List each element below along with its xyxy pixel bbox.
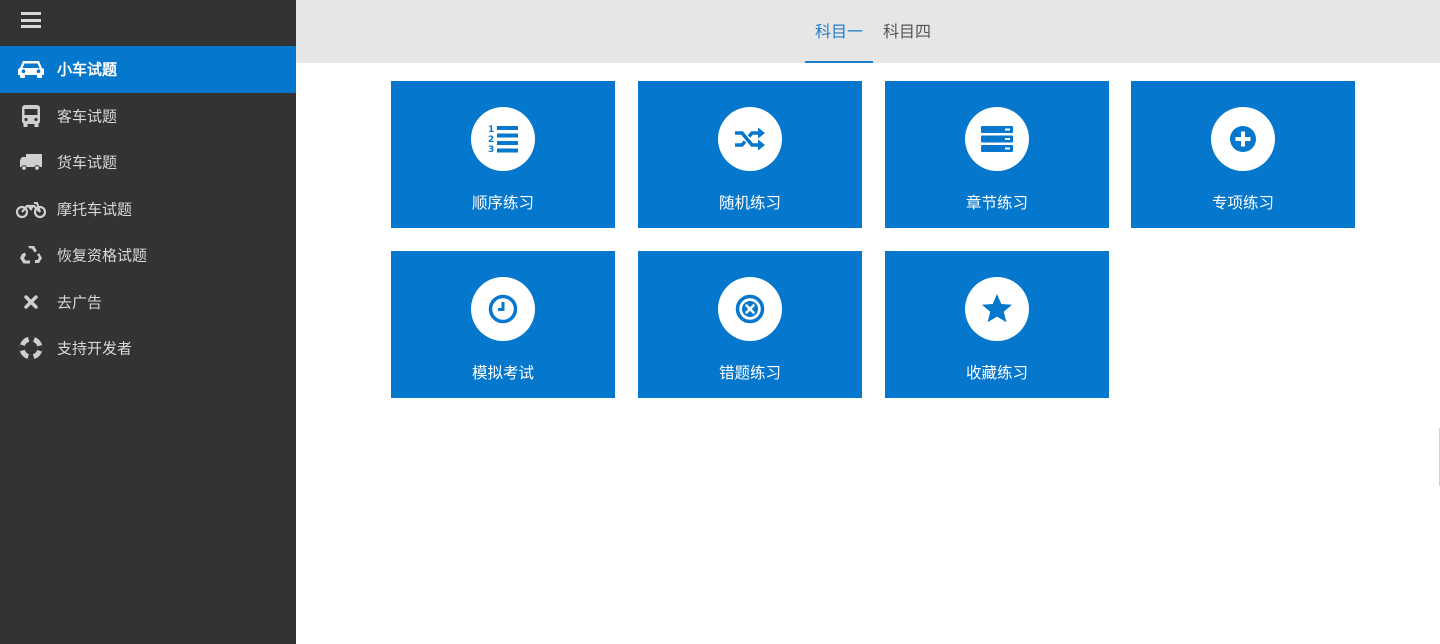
tile-label: 模拟考试 <box>471 364 534 382</box>
sidebar-item-label: 摩托车试题 <box>57 200 133 219</box>
sidebar-item-support-developer[interactable]: 支持开发者 <box>0 325 296 372</box>
sidebar-item-label: 客车试题 <box>57 107 118 126</box>
tile-favorites-practice[interactable]: 收藏练习 <box>885 251 1109 398</box>
tile-special-practice[interactable]: 专项练习 <box>1131 81 1355 228</box>
tile-chapter-practice[interactable]: 章节练习 <box>885 81 1109 228</box>
tile-mock-exam[interactable]: 模拟考试 <box>391 251 615 398</box>
recycle-icon <box>15 243 47 267</box>
tab-subject-one[interactable]: 科目一 <box>805 0 873 63</box>
star-icon <box>965 277 1029 341</box>
ordered-list-icon: 1 2 3 <box>471 107 535 171</box>
sidebar-nav: 小车试题 客车试题 货车试题 摩托车试题 恢复资格试题 去广告 支持开发者 <box>0 46 296 372</box>
svg-text:2: 2 <box>488 135 494 145</box>
plus-circle-icon <box>1211 107 1275 171</box>
tile-label: 收藏练习 <box>965 364 1028 382</box>
tile-wrong-answers-practice[interactable]: 错题练习 <box>638 251 862 398</box>
tile-label: 章节练习 <box>965 194 1028 212</box>
sidebar-item-label: 恢复资格试题 <box>57 246 148 265</box>
tab-subject-four[interactable]: 科目四 <box>883 0 931 63</box>
motorcycle-icon <box>15 197 47 221</box>
sidebar-item-bus[interactable]: 客车试题 <box>0 93 296 140</box>
sidebar: 小车试题 客车试题 货车试题 摩托车试题 恢复资格试题 去广告 支持开发者 <box>0 0 296 644</box>
server-stack-icon <box>965 107 1029 171</box>
sidebar-item-recovery[interactable]: 恢复资格试题 <box>0 232 296 279</box>
car-icon <box>15 57 47 81</box>
sidebar-item-label: 小车试题 <box>57 60 118 79</box>
shuffle-icon <box>718 107 782 171</box>
truck-icon <box>15 150 47 174</box>
tile-label: 专项练习 <box>1211 194 1274 212</box>
tile-label: 顺序练习 <box>471 194 534 212</box>
close-icon <box>15 290 47 314</box>
sidebar-item-remove-ads[interactable]: 去广告 <box>0 279 296 326</box>
tile-sequential-practice[interactable]: 1 2 3 顺序练习 <box>391 81 615 228</box>
tile-label: 随机练习 <box>718 194 781 212</box>
subject-tab-bar: 科目一 科目四 <box>296 0 1440 63</box>
svg-text:1: 1 <box>488 125 494 135</box>
sidebar-item-label: 去广告 <box>57 293 103 312</box>
sidebar-item-truck[interactable]: 货车试题 <box>0 139 296 186</box>
sidebar-item-label: 货车试题 <box>57 153 118 172</box>
sidebar-item-label: 支持开发者 <box>57 339 133 358</box>
close-circle-icon <box>718 277 782 341</box>
tile-random-practice[interactable]: 随机练习 <box>638 81 862 228</box>
bus-icon <box>15 104 47 128</box>
sidebar-item-motorcycle[interactable]: 摩托车试题 <box>0 186 296 233</box>
hamburger-menu-icon[interactable] <box>21 12 41 28</box>
tile-label: 错题练习 <box>718 364 781 382</box>
svg-text:3: 3 <box>488 145 494 155</box>
clock-icon <box>471 277 535 341</box>
lifebuoy-icon <box>15 336 47 360</box>
sidebar-item-car[interactable]: 小车试题 <box>0 46 296 93</box>
